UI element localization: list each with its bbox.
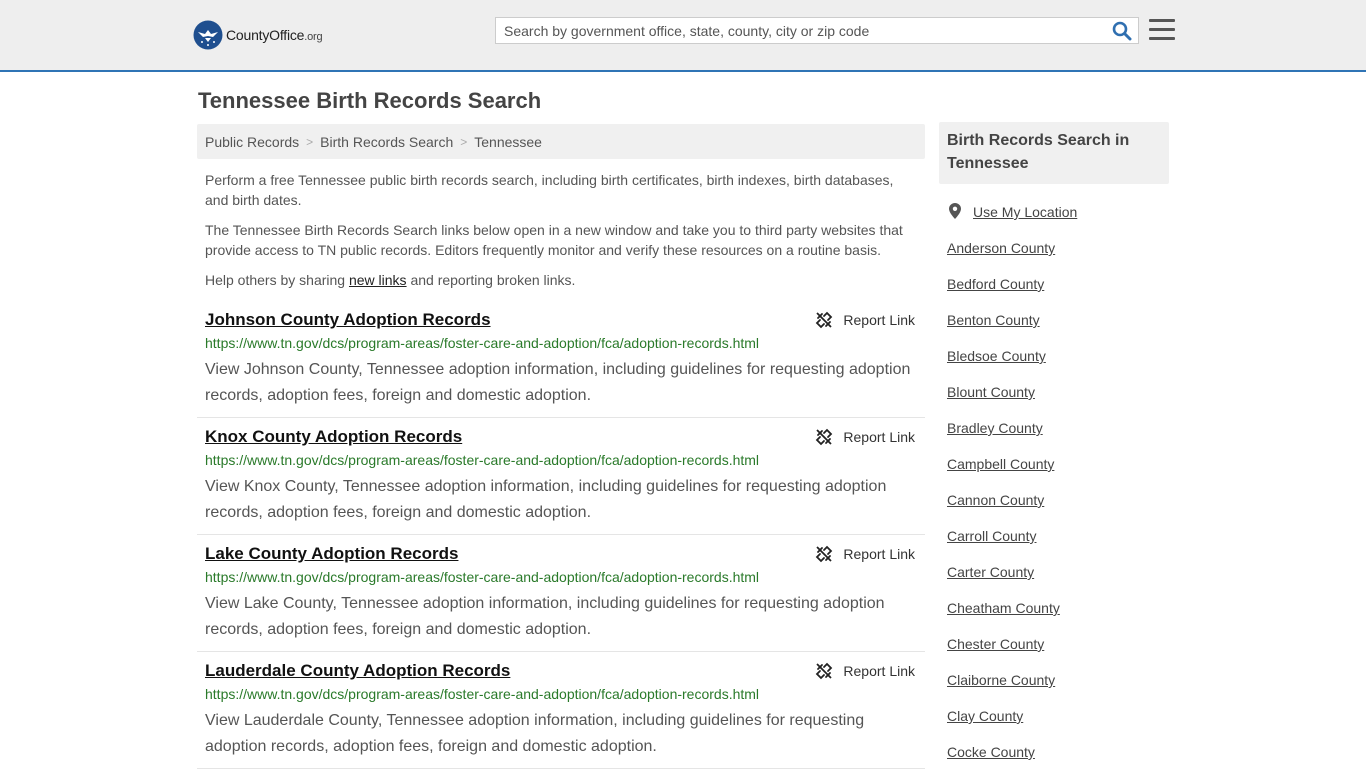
map-pin-icon xyxy=(949,203,961,219)
menu-bar xyxy=(1149,19,1175,22)
county-item: Cheatham County xyxy=(947,598,1161,634)
result-description: View Lauderdale County, Tennessee adopti… xyxy=(205,712,865,755)
county-item: Cocke County xyxy=(947,742,1161,778)
county-item: Benton County xyxy=(947,310,1161,346)
county-link-bedford[interactable]: Bedford County xyxy=(947,276,1044,292)
menu-bar xyxy=(1149,37,1175,40)
breadcrumb-separator: > xyxy=(306,134,314,149)
intro-share-text: Help others by sharing xyxy=(205,272,349,288)
search-icon[interactable] xyxy=(1112,21,1132,41)
county-item: Cannon County xyxy=(947,490,1161,526)
search-bar xyxy=(495,17,1139,44)
county-item: Anderson County xyxy=(947,238,1161,274)
breadcrumb-separator: > xyxy=(460,134,468,149)
result-item: Knox County Adoption Records Report Link… xyxy=(197,427,925,535)
hamburger-menu-icon[interactable] xyxy=(1149,19,1175,42)
county-item: Blount County xyxy=(947,382,1161,418)
county-item: Campbell County xyxy=(947,454,1161,490)
use-my-location-item: Use My Location xyxy=(947,202,1161,238)
intro-text: Perform a free Tennessee public birth re… xyxy=(197,170,925,290)
county-link-benton[interactable]: Benton County xyxy=(947,312,1040,328)
report-link-label: Report Link xyxy=(843,663,915,679)
sidebar: Birth Records Search in Tennessee Use My… xyxy=(939,122,1169,778)
result-url: https://www.tn.gov/dcs/program-areas/fos… xyxy=(205,452,760,468)
result-description: View Knox County, Tennessee adoption inf… xyxy=(205,478,887,521)
county-item: Bledsoe County xyxy=(947,346,1161,382)
county-item: Clay County xyxy=(947,706,1161,742)
report-link-button[interactable]: Report Link xyxy=(815,662,915,680)
county-link-carter[interactable]: Carter County xyxy=(947,564,1034,580)
breadcrumb: Public Records > Birth Records Search > … xyxy=(197,124,925,159)
county-item: Carroll County xyxy=(947,526,1161,562)
broken-link-icon xyxy=(816,311,833,329)
site-header: CountyOffice.org xyxy=(0,0,1366,72)
report-link-label: Report Link xyxy=(843,429,915,445)
county-link-claiborne[interactable]: Claiborne County xyxy=(947,672,1055,688)
new-links-link[interactable]: new links xyxy=(349,272,407,288)
sidebar-heading: Birth Records Search in Tennessee xyxy=(939,122,1169,184)
result-item: Lake County Adoption Records Report Link… xyxy=(197,544,925,652)
broken-link-icon xyxy=(816,662,833,680)
breadcrumb-public-records[interactable]: Public Records xyxy=(205,134,299,150)
county-link-bledsoe[interactable]: Bledsoe County xyxy=(947,348,1046,364)
result-description: View Johnson County, Tennessee adoption … xyxy=(205,361,911,404)
report-link-label: Report Link xyxy=(843,312,915,328)
result-title-link[interactable]: Lauderdale County Adoption Records xyxy=(205,661,510,681)
county-link-chester[interactable]: Chester County xyxy=(947,636,1044,652)
result-url: https://www.tn.gov/dcs/program-areas/fos… xyxy=(205,569,760,585)
logo-name: CountyOffice xyxy=(226,27,305,43)
report-link-label: Report Link xyxy=(843,546,915,562)
county-item: Bedford County xyxy=(947,274,1161,310)
result-item: Johnson County Adoption Records Report L… xyxy=(197,310,925,418)
eagle-seal-icon xyxy=(193,20,223,50)
result-description: View Lake County, Tennessee adoption inf… xyxy=(205,595,885,638)
intro-paragraph-3: Help others by sharing new links and rep… xyxy=(205,270,917,290)
breadcrumb-tennessee[interactable]: Tennessee xyxy=(474,134,542,150)
use-my-location-link[interactable]: Use My Location xyxy=(973,202,1077,222)
result-url: https://www.tn.gov/dcs/program-areas/fos… xyxy=(205,686,760,702)
report-link-button[interactable]: Report Link xyxy=(815,428,915,446)
county-item: Bradley County xyxy=(947,418,1161,454)
logo-text: CountyOffice.org xyxy=(226,27,323,43)
county-item: Claiborne County xyxy=(947,670,1161,706)
site-logo[interactable]: CountyOffice.org xyxy=(193,19,323,51)
county-link-cannon[interactable]: Cannon County xyxy=(947,492,1044,508)
result-title-link[interactable]: Lake County Adoption Records xyxy=(205,544,458,564)
intro-report-text: and reporting broken links. xyxy=(406,272,576,288)
report-link-button[interactable]: Report Link xyxy=(815,545,915,563)
result-url: https://www.tn.gov/dcs/program-areas/fos… xyxy=(205,335,760,351)
county-link-campbell[interactable]: Campbell County xyxy=(947,456,1054,472)
county-link-blount[interactable]: Blount County xyxy=(947,384,1035,400)
county-link-anderson[interactable]: Anderson County xyxy=(947,240,1055,256)
logo-tld: .org xyxy=(304,31,323,43)
county-link-carroll[interactable]: Carroll County xyxy=(947,528,1036,544)
search-input[interactable] xyxy=(496,18,1104,43)
report-link-button[interactable]: Report Link xyxy=(815,311,915,329)
page-title: Tennessee Birth Records Search xyxy=(198,88,542,113)
county-link-cheatham[interactable]: Cheatham County xyxy=(947,600,1060,616)
results-list: Johnson County Adoption Records Report L… xyxy=(197,310,925,769)
intro-paragraph-2: The Tennessee Birth Records Search links… xyxy=(205,222,903,258)
menu-bar xyxy=(1149,28,1175,31)
broken-link-icon xyxy=(816,545,833,563)
county-link-cocke[interactable]: Cocke County xyxy=(947,744,1035,760)
intro-paragraph-1: Perform a free Tennessee public birth re… xyxy=(205,172,894,208)
county-link-bradley[interactable]: Bradley County xyxy=(947,420,1043,436)
main-content: Public Records > Birth Records Search > … xyxy=(197,124,925,778)
county-item: Carter County xyxy=(947,562,1161,598)
county-link-clay[interactable]: Clay County xyxy=(947,708,1023,724)
breadcrumb-birth-records-search[interactable]: Birth Records Search xyxy=(320,134,453,150)
result-item: Lauderdale County Adoption Records Repor… xyxy=(197,661,925,769)
result-title-link[interactable]: Johnson County Adoption Records xyxy=(205,310,491,330)
county-item: Chester County xyxy=(947,634,1161,670)
result-title-link[interactable]: Knox County Adoption Records xyxy=(205,427,462,447)
county-list: Use My Location Anderson County Bedford … xyxy=(939,202,1169,778)
broken-link-icon xyxy=(816,428,833,446)
